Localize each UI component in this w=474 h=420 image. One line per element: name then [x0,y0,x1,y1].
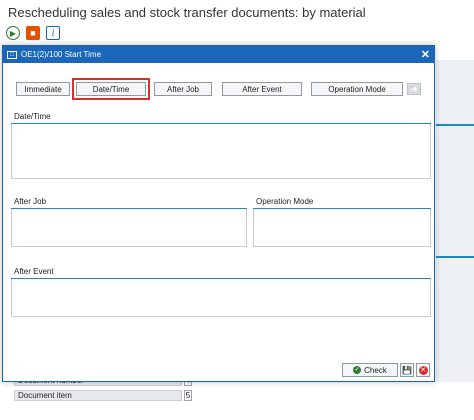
background-divider [436,256,474,258]
date-time-group: Date/Time [11,112,431,179]
background-panel [436,60,474,382]
group-title: Date/Time [14,112,51,121]
dialog-title: OE1(2)/100 Start Time [21,50,102,59]
close-icon[interactable]: ✕ [421,48,430,61]
group-title: After Event [14,267,54,276]
cancel-button[interactable]: ✕ [416,363,430,377]
check-button[interactable]: ✓ Check [342,363,398,377]
group-title: Operation Mode [256,197,314,206]
page-title: Rescheduling sales and stock transfer do… [0,0,474,22]
after-job-group: After Job [11,197,247,247]
operation-mode-button[interactable]: Operation Mode [311,82,403,96]
background-divider [436,124,474,126]
group-body [11,209,247,247]
arrow-right-icon[interactable]: ➜ [407,83,421,95]
immediate-button[interactable]: Immediate [16,82,70,96]
group-title: After Job [14,197,47,206]
operation-mode-group: Operation Mode [253,197,431,247]
dialog-footer: ✓ Check 💾 ✕ [342,363,430,377]
group-body [11,124,431,179]
field-label: Document item [14,390,182,401]
save-icon: 💾 [402,365,412,375]
field-value[interactable]: 5 [184,390,192,401]
get-variant-icon[interactable]: ■ [26,26,40,40]
check-icon: ✓ [353,366,362,374]
check-label: Check [364,365,387,375]
dialog-header: □ OE1(2)/100 Start Time ✕ [3,46,434,63]
after-event-group: After Event [11,267,431,317]
program-info-icon[interactable]: i [46,26,60,40]
group-body [253,209,431,247]
after-event-button[interactable]: After Event [222,82,302,96]
application-toolbar: ▶ ■ i [6,26,60,42]
execute-icon[interactable]: ▶ [6,26,20,40]
date-time-button[interactable]: Date/Time [72,78,150,100]
start-time-dialog: □ OE1(2)/100 Start Time ✕ Immediate Date… [2,45,435,382]
background-field-row: Document item 5 [14,390,192,401]
group-body [11,279,431,317]
window-icon: □ [7,50,17,59]
cancel-icon: ✕ [418,365,428,375]
after-job-button[interactable]: After Job [154,82,212,96]
save-button[interactable]: 💾 [400,363,414,377]
